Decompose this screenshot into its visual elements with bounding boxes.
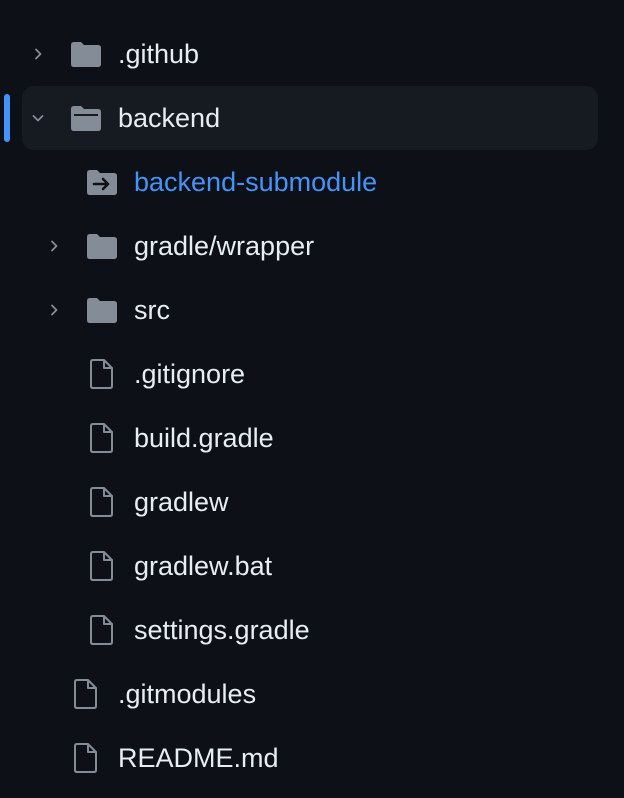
tree-item-label: .gitignore <box>134 359 246 389</box>
tree-item-label: README.md <box>118 743 279 773</box>
tree-item-label: settings.gradle <box>134 615 310 645</box>
tree-item-gradlew[interactable]: gradlew <box>0 470 624 534</box>
tree-item-backend-submodule[interactable]: backend-submodule <box>0 150 624 214</box>
tree-item-label: backend <box>118 103 221 133</box>
tree-item-backend[interactable]: backend <box>0 86 624 150</box>
tree-item-settings-gradle[interactable]: settings.gradle <box>0 598 624 662</box>
tree-item-gradle-wrapper[interactable]: gradle/wrapper <box>0 214 624 278</box>
file-icon <box>69 741 103 775</box>
tree-item-github[interactable]: .github <box>0 22 624 86</box>
chevron-down-icon[interactable] <box>30 110 46 126</box>
tree-item-gradlew-bat[interactable]: gradlew.bat <box>0 534 624 598</box>
file-icon <box>69 677 103 711</box>
tree-item-gitignore[interactable]: .gitignore <box>0 342 624 406</box>
file-icon <box>85 549 119 583</box>
tree-item-label: gradle/wrapper <box>134 231 315 261</box>
tree-item-label: gradlew.bat <box>134 551 273 581</box>
folder-open-icon <box>69 101 103 135</box>
chevron-right-icon[interactable] <box>30 46 46 62</box>
tree-item-label: .github <box>118 39 200 69</box>
file-icon <box>85 357 119 391</box>
tree-item-readme[interactable]: README.md <box>0 726 624 790</box>
tree-item-src[interactable]: src <box>0 278 624 342</box>
folder-icon <box>69 37 103 71</box>
tree-item-gitmodules[interactable]: .gitmodules <box>0 662 624 726</box>
file-icon <box>85 613 119 647</box>
tree-item-build-gradle[interactable]: build.gradle <box>0 406 624 470</box>
tree-item-label: build.gradle <box>134 423 274 453</box>
file-icon <box>85 421 119 455</box>
submodule-link[interactable]: backend-submodule <box>134 150 377 214</box>
chevron-right-icon[interactable] <box>46 238 62 254</box>
tree-item-label: .gitmodules <box>118 679 257 709</box>
file-icon <box>85 485 119 519</box>
chevron-right-icon[interactable] <box>46 302 62 318</box>
file-tree: .github backend backend-submodule gradle… <box>0 0 624 798</box>
folder-icon <box>85 229 119 263</box>
tree-item-label: gradlew <box>134 487 229 517</box>
folder-icon <box>85 293 119 327</box>
tree-item-label: src <box>134 295 170 325</box>
submodule-icon <box>85 165 119 199</box>
